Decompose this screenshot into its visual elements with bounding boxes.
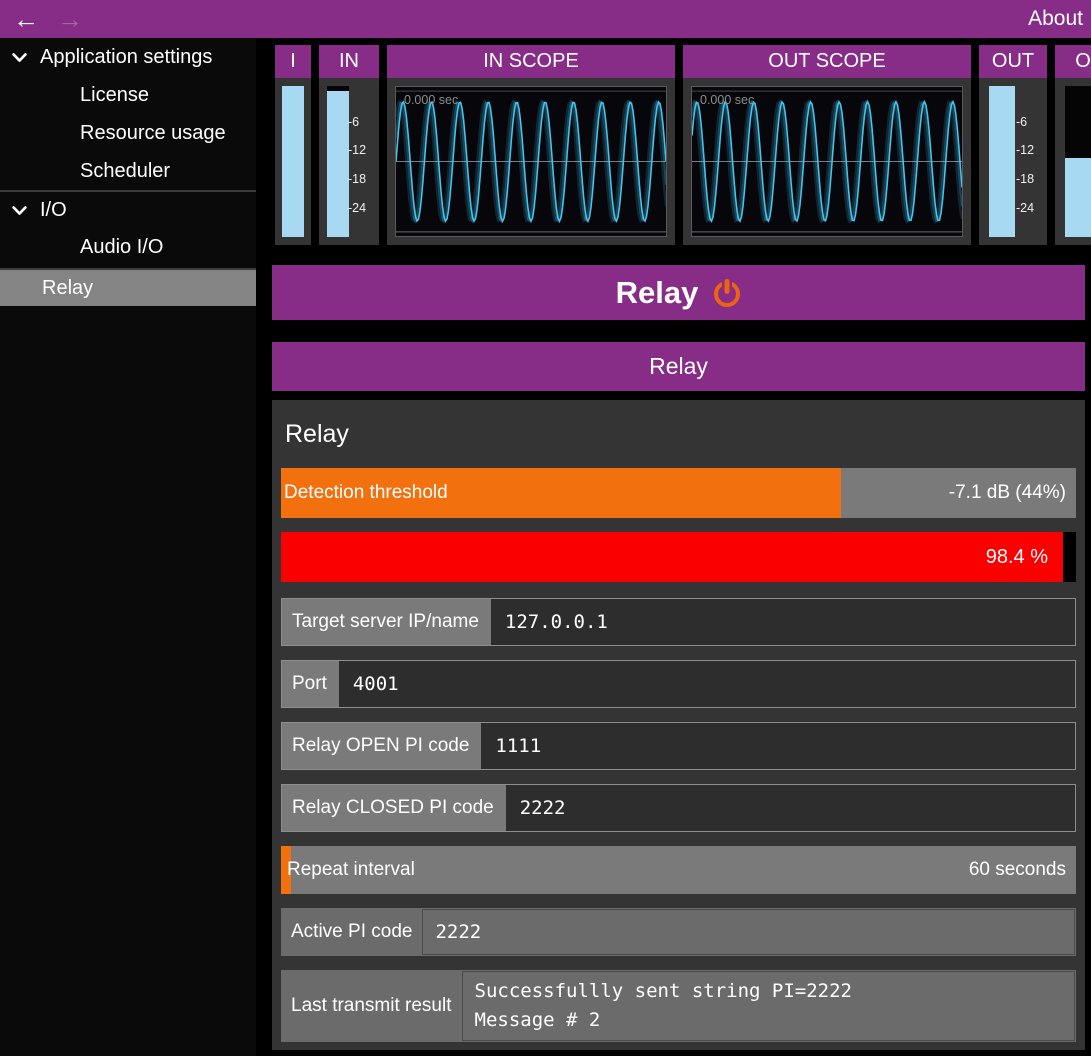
out-scope: OUT SCOPE 0.000 sec (683, 45, 971, 245)
meter-title: O (1055, 45, 1091, 78)
app-window: ← → About Application settings License R… (0, 0, 1091, 1056)
chevron-down-icon (10, 48, 29, 67)
output-level-meter: O (1055, 45, 1091, 245)
scope-time-label: 0.000 sec (700, 93, 754, 107)
progress-value: 98.4 % (986, 532, 1048, 582)
sidebar-item-scheduler[interactable]: Scheduler (0, 152, 256, 190)
field-label: Target server IP/name (282, 599, 491, 645)
relay-open-pi-field-row: Relay OPEN PI code (281, 722, 1076, 770)
target-server-field-row: Target server IP/name (281, 598, 1076, 646)
meter-bar (989, 86, 1015, 237)
relay-subsection-header[interactable]: Relay (272, 342, 1085, 391)
meter-bar (1065, 158, 1091, 237)
active-pi-code-row: Active PI code 2222 (281, 908, 1076, 956)
scope-title: OUT SCOPE (683, 45, 971, 78)
main-content: I IN -6 -12 -18 -24 IN SCO (256, 38, 1091, 1056)
meter-title: IN (319, 45, 379, 78)
meter-bar (327, 91, 349, 237)
sidebar-group-application-settings[interactable]: Application settings (0, 38, 256, 76)
sidebar-item-relay[interactable]: Relay (0, 268, 256, 306)
detection-threshold-slider[interactable]: Detection threshold -7.1 dB (44%) (281, 468, 1076, 518)
oscilloscope-display: 0.000 sec (691, 86, 963, 237)
field-label: Last transmit result (281, 970, 462, 1042)
scope-title: IN SCOPE (387, 45, 675, 78)
meter-title: OUT (979, 45, 1047, 78)
port-input[interactable] (339, 661, 1075, 707)
slider-label: Repeat interval (287, 846, 415, 894)
field-label: Relay CLOSED PI code (282, 785, 506, 831)
top-bar: ← → About (0, 0, 1091, 38)
meter-bar (282, 86, 304, 237)
out-meter: OUT -6 -12 -18 -24 (979, 45, 1047, 245)
about-link[interactable]: About (1028, 7, 1091, 31)
scope-time-label: 0.000 sec (404, 93, 458, 107)
relay-closed-pi-field-row: Relay CLOSED PI code (281, 784, 1076, 832)
relay-section-banner[interactable]: Relay (272, 265, 1085, 320)
in-scope: IN SCOPE 0.000 sec (387, 45, 675, 245)
sidebar-item-audio-io[interactable]: Audio I/O (0, 228, 256, 266)
last-transmit-result-row: Last transmit result Successfullly sent … (281, 970, 1076, 1042)
relay-closed-pi-input[interactable] (506, 785, 1075, 831)
back-icon[interactable]: ← (4, 6, 48, 32)
sidebar-nav: Application settings License Resource us… (0, 38, 256, 1056)
repeat-interval-slider[interactable]: Repeat interval 60 seconds (281, 846, 1076, 894)
forward-icon[interactable]: → (48, 6, 92, 32)
level-progress-bar: 98.4 % (281, 532, 1076, 582)
slider-value: 60 seconds (969, 846, 1066, 894)
meter-title: I (275, 45, 311, 78)
panel-heading: Relay (281, 400, 1076, 468)
in-meter: IN -6 -12 -18 -24 (319, 45, 379, 245)
slider-value: -7.1 dB (44%) (949, 468, 1066, 518)
oscilloscope-display: 0.000 sec (395, 86, 667, 237)
last-transmit-result-value: Successfullly sent string PI=2222 Messag… (462, 971, 1076, 1041)
meter-scale: -6 -12 -18 -24 (348, 86, 376, 237)
field-label: Port (282, 661, 339, 707)
banner-title: Relay (616, 275, 699, 311)
active-pi-code-value: 2222 (422, 909, 1075, 955)
chevron-down-icon (10, 201, 29, 220)
sidebar-group-label: I/O (40, 199, 67, 222)
progress-fill (281, 532, 1063, 582)
target-server-input[interactable] (491, 599, 1075, 645)
sidebar-group-label: Application settings (40, 46, 212, 69)
port-field-row: Port (281, 660, 1076, 708)
meter-scope-strip: I IN -6 -12 -18 -24 IN SCO (275, 45, 1091, 245)
input-level-meter: I (275, 45, 311, 245)
field-label: Relay OPEN PI code (282, 723, 481, 769)
field-label: Active PI code (281, 908, 422, 956)
meter-scale: -6 -12 -18 -24 (1016, 86, 1044, 237)
power-icon[interactable] (713, 280, 741, 308)
sidebar-group-io[interactable]: I/O (0, 190, 256, 228)
sidebar-item-license[interactable]: License (0, 76, 256, 114)
relay-open-pi-input[interactable] (481, 723, 1075, 769)
relay-settings-panel: Relay Detection threshold -7.1 dB (44%) … (272, 400, 1085, 1050)
slider-label: Detection threshold (284, 468, 448, 518)
sidebar-item-resource-usage[interactable]: Resource usage (0, 114, 256, 152)
